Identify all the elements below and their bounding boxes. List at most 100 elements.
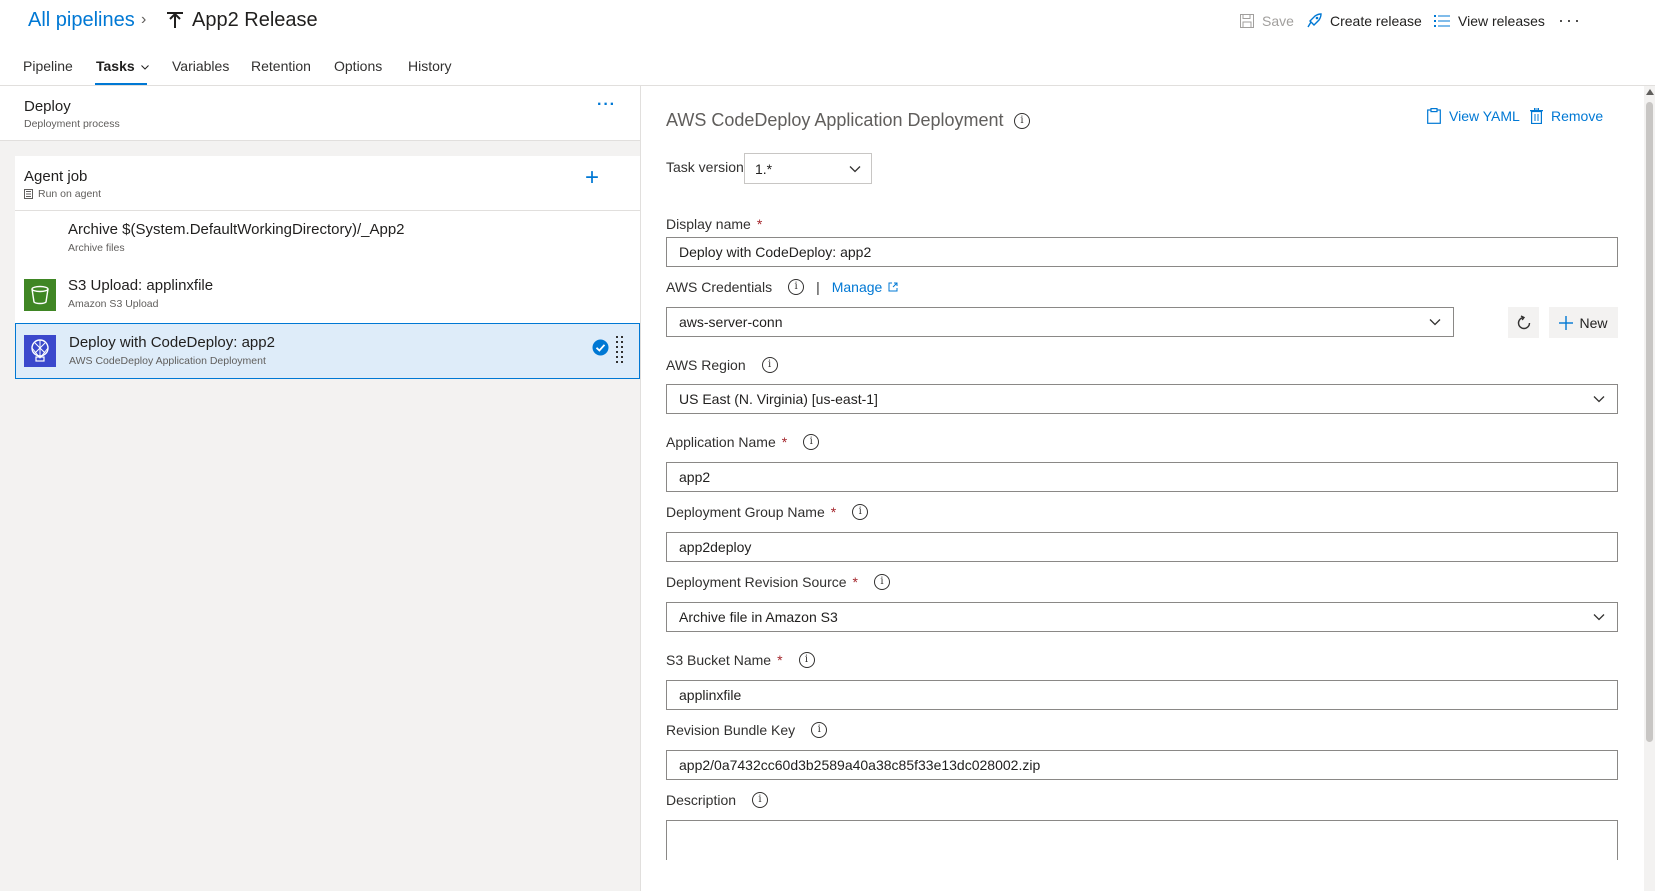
- tab-pipeline[interactable]: Pipeline: [23, 58, 73, 74]
- task-heading: AWS CodeDeploy Application Deployment: [666, 110, 1004, 130]
- agent-job[interactable]: Agent job Run on agent +: [15, 156, 640, 211]
- display-name-label-text: Display name: [666, 216, 751, 232]
- aws-region-value: US East (N. Virginia) [us-east-1]: [679, 391, 878, 407]
- task-settings-panel: AWS CodeDeploy Application Deployment i …: [641, 86, 1636, 891]
- revision-source-select[interactable]: Archive file in Amazon S3: [666, 602, 1618, 632]
- description-label-text: Description: [666, 792, 737, 808]
- drag-handle-icon[interactable]: [616, 336, 624, 366]
- info-icon[interactable]: i: [852, 504, 869, 520]
- task-version-select[interactable]: 1.*: [744, 153, 872, 184]
- task-version-value: 1.*: [755, 160, 773, 177]
- display-name-value: Deploy with CodeDeploy: app2: [679, 244, 872, 260]
- info-icon[interactable]: i: [873, 574, 890, 590]
- stage-title: Deploy: [24, 98, 71, 115]
- task-item-archive[interactable]: Archive $(System.DefaultWorkingDirectory…: [15, 211, 640, 267]
- stage-header[interactable]: Deploy Deployment process ···: [0, 86, 640, 141]
- create-release-label: Create release: [1330, 13, 1422, 29]
- chevron-down-icon: [140, 64, 149, 70]
- create-release-button[interactable]: Create release: [1306, 13, 1422, 29]
- agent-job-subtitle-text: Run on agent: [38, 188, 102, 200]
- application-name-field[interactable]: app2: [666, 462, 1618, 492]
- tab-options[interactable]: Options: [334, 58, 382, 74]
- stage-more-button[interactable]: ···: [597, 96, 616, 114]
- task-item-codedeploy[interactable]: Deploy with CodeDeploy: app2 AWS CodeDep…: [15, 323, 640, 379]
- info-icon[interactable]: i: [798, 652, 815, 668]
- required-marker: *: [830, 504, 837, 520]
- view-releases-button[interactable]: View releases: [1434, 13, 1545, 29]
- revision-source-value: Archive file in Amazon S3: [679, 609, 838, 625]
- save-label: Save: [1262, 13, 1294, 29]
- task-subtitle: AWS CodeDeploy Application Deployment: [69, 355, 266, 367]
- info-icon[interactable]: i: [811, 722, 828, 738]
- application-name-value: app2: [679, 469, 711, 485]
- task-item-s3-upload[interactable]: S3 Upload: applinxfile Amazon S3 Upload: [15, 267, 640, 323]
- codedeploy-icon: [24, 335, 56, 367]
- deployment-group-field[interactable]: app2deploy: [666, 532, 1618, 562]
- info-icon[interactable]: i: [1014, 113, 1030, 129]
- bundle-key-label: Revision Bundle Key i: [666, 722, 828, 738]
- info-icon[interactable]: i: [761, 357, 778, 373]
- deployment-group-label: Deployment Group Name * i: [666, 504, 869, 520]
- add-task-button[interactable]: +: [585, 166, 599, 190]
- aws-region-label-text: AWS Region: [666, 357, 746, 373]
- bundle-key-label-text: Revision Bundle Key: [666, 722, 796, 738]
- description-label: Description i: [666, 792, 769, 808]
- task-title: Archive $(System.DefaultWorkingDirectory…: [68, 221, 405, 238]
- external-link-icon: [888, 282, 898, 292]
- stage-subtitle: Deployment process: [24, 118, 120, 130]
- tab-tasks[interactable]: Tasks: [96, 58, 149, 74]
- vertical-scrollbar[interactable]: [1644, 86, 1655, 891]
- breadcrumb-all-pipelines[interactable]: All pipelines: [28, 9, 135, 32]
- chevron-down-icon: [1593, 396, 1605, 403]
- tab-retention[interactable]: Retention: [251, 58, 311, 74]
- s3-bucket-icon: [24, 279, 56, 311]
- save-button[interactable]: Save: [1240, 13, 1294, 29]
- view-releases-label: View releases: [1458, 13, 1545, 29]
- manage-credentials-link[interactable]: Manage: [832, 279, 899, 295]
- application-name-label-text: Application Name: [666, 434, 776, 450]
- s3-bucket-label-text: S3 Bucket Name: [666, 652, 772, 668]
- aws-credentials-select[interactable]: aws-server-conn: [666, 307, 1454, 337]
- bundle-key-field[interactable]: app2/0a7432cc60d3b2589a40a38c85f33e13dc0…: [666, 750, 1618, 780]
- tab-history[interactable]: History: [408, 58, 452, 74]
- chevron-down-icon: [1593, 614, 1605, 621]
- list-icon: [1434, 15, 1450, 27]
- plus-icon: [1559, 315, 1574, 330]
- view-yaml-label: View YAML: [1449, 108, 1520, 124]
- refresh-button[interactable]: [1508, 307, 1539, 338]
- divider: |: [816, 279, 820, 295]
- task-subtitle: Amazon S3 Upload: [68, 298, 159, 310]
- aws-region-select[interactable]: US East (N. Virginia) [us-east-1]: [666, 384, 1618, 414]
- remove-label: Remove: [1551, 108, 1604, 124]
- required-marker: *: [777, 652, 783, 668]
- required-marker: *: [852, 574, 858, 590]
- page-title: App2 Release: [192, 9, 318, 31]
- trash-icon: [1530, 108, 1543, 124]
- page-header: All pipelines › App2 Release Save Create…: [0, 0, 1655, 46]
- task-version-label: Task version: [666, 159, 744, 175]
- scroll-up-arrow-icon[interactable]: [1646, 89, 1654, 95]
- tab-variables[interactable]: Variables: [172, 58, 229, 74]
- task-subtitle: Archive files: [68, 242, 125, 254]
- refresh-icon: [1517, 314, 1530, 329]
- remove-task-button[interactable]: Remove: [1530, 108, 1603, 124]
- save-icon: [1240, 14, 1254, 28]
- task-list: Agent job Run on agent + Archive $(Syste…: [15, 156, 640, 379]
- info-icon[interactable]: i: [752, 792, 769, 808]
- more-actions-button[interactable]: ···: [1558, 10, 1582, 31]
- scrollbar-thumb[interactable]: [1646, 102, 1653, 742]
- aws-credentials-label: AWS Credentials i | Manage: [666, 279, 898, 295]
- s3-bucket-value: applinxfile: [679, 687, 742, 703]
- info-icon[interactable]: i: [803, 434, 820, 450]
- manage-link-label: Manage: [831, 279, 883, 295]
- new-connection-button[interactable]: New: [1549, 307, 1618, 338]
- display-name-label: Display name *: [666, 216, 762, 232]
- breadcrumb-separator: ›: [141, 11, 147, 28]
- description-field[interactable]: [666, 820, 1618, 860]
- required-marker: *: [756, 216, 763, 232]
- display-name-field[interactable]: Deploy with CodeDeploy: app2: [666, 237, 1618, 267]
- clipboard-icon: [1427, 108, 1441, 124]
- s3-bucket-field[interactable]: applinxfile: [666, 680, 1618, 710]
- view-yaml-button[interactable]: View YAML: [1427, 108, 1520, 124]
- info-icon[interactable]: i: [788, 279, 805, 295]
